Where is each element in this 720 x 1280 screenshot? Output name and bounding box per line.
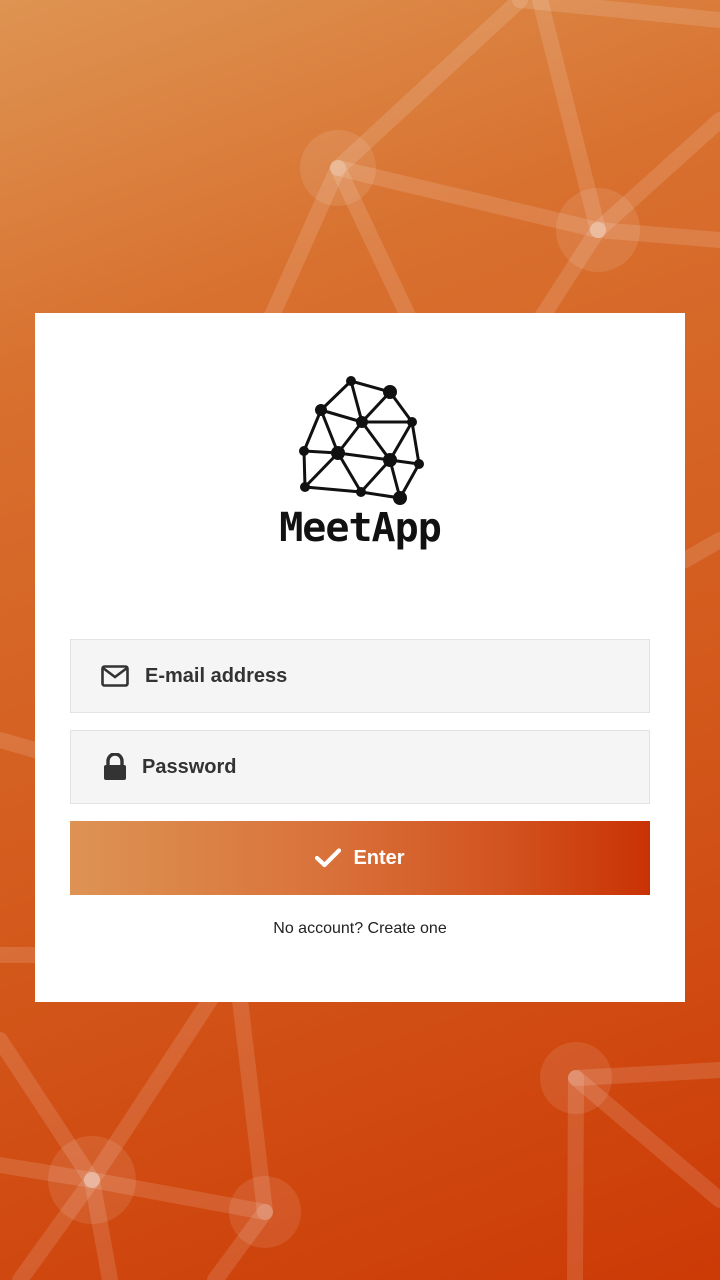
envelope-icon xyxy=(95,656,135,696)
brand-name: MeetApp xyxy=(279,505,442,551)
password-field[interactable] xyxy=(70,730,650,804)
checkmark-icon xyxy=(315,848,342,868)
password-input[interactable] xyxy=(140,754,614,780)
enter-button[interactable]: Enter xyxy=(70,821,650,895)
create-account-link[interactable]: No account? Create one xyxy=(35,920,685,938)
email-input[interactable] xyxy=(143,663,617,689)
enter-button-label: Enter xyxy=(353,846,405,869)
email-field[interactable] xyxy=(70,639,650,713)
lock-icon xyxy=(95,747,135,787)
